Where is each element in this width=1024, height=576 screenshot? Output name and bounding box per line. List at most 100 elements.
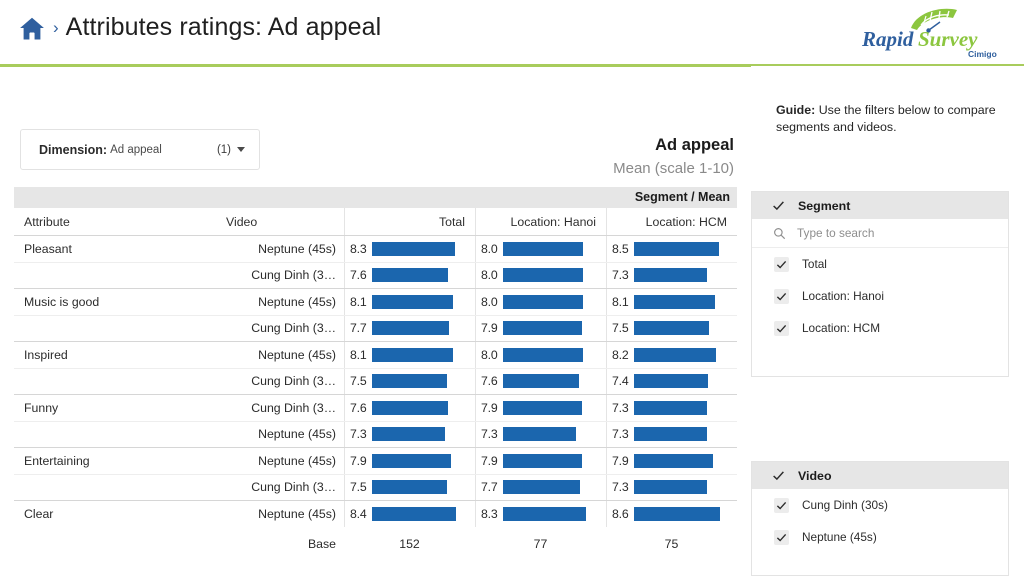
value-bar <box>634 268 707 283</box>
value-bar <box>372 321 449 336</box>
segment-option[interactable]: Total <box>752 248 1008 280</box>
bar-value-label: 8.0 <box>481 347 498 362</box>
cell-total: 7.3 <box>344 422 475 448</box>
cell-attribute <box>14 369 226 395</box>
base-hanoi: 77 <box>533 536 548 551</box>
column-header-attribute: Attribute <box>24 214 70 229</box>
video-filter-panel: Video Cung Dinh (30s) Neptune (45s) <box>751 461 1009 576</box>
base-total: 152 <box>399 536 420 551</box>
cell-attribute <box>14 422 226 448</box>
video-option-label: Neptune (45s) <box>802 530 877 544</box>
value-bar <box>634 321 709 336</box>
value-bar <box>634 294 715 309</box>
dimension-dropdown[interactable]: Dimension: Ad appeal (1) <box>20 129 260 170</box>
home-icon[interactable] <box>18 15 46 43</box>
value-bar <box>503 427 576 442</box>
cell-video: Neptune (45s) <box>226 501 344 527</box>
cell-total: 8.3 <box>344 236 475 262</box>
segment-panel-header[interactable]: Segment <box>752 192 1008 219</box>
svg-text:Rapid: Rapid <box>861 27 914 51</box>
bar-value-label: 7.6 <box>481 374 498 389</box>
segment-filter-panel: Segment Type to search Total Location: Ha… <box>751 191 1009 377</box>
value-bar <box>503 480 580 495</box>
bar-value-label: 7.7 <box>350 321 367 336</box>
table-row: Clear Neptune (45s) 8.4 8.3 8.6 <box>14 500 737 527</box>
segment-search-row[interactable]: Type to search <box>752 219 1008 248</box>
bar-value-label: 8.0 <box>481 294 498 309</box>
dimension-count: (1) <box>216 143 231 156</box>
segment-option[interactable]: Location: Hanoi <box>752 280 1008 312</box>
bar-value-label: 8.1 <box>350 294 367 309</box>
cell-hcm: 7.9 <box>606 448 737 474</box>
segment-option-label: Total <box>802 257 827 271</box>
checkbox-checked-icon[interactable] <box>774 288 789 304</box>
video-label: Neptune (45s) <box>258 241 336 256</box>
segment-option[interactable]: Location: HCM <box>752 312 1008 344</box>
segment-search-input[interactable]: Type to search <box>797 226 874 240</box>
cell-video: Neptune (45s) <box>226 448 344 474</box>
cell-attribute: Music is good <box>14 289 226 315</box>
cell-hcm: 7.3 <box>606 395 737 421</box>
checkbox-checked-icon[interactable] <box>774 497 789 513</box>
bar-value-label: 7.6 <box>350 268 367 283</box>
cell-hcm: 7.3 <box>606 475 737 501</box>
value-bar <box>372 294 453 309</box>
bar-value-label: 7.6 <box>350 400 367 415</box>
search-icon <box>774 227 786 239</box>
cell-total: 8.1 <box>344 289 475 315</box>
base-row: Base 152 77 75 <box>14 527 737 561</box>
report-body: Dimension: Ad appeal (1) Ad appeal Mean … <box>0 66 751 576</box>
cell-attribute: Entertaining <box>14 448 226 474</box>
table-row: Neptune (45s) 7.3 7.3 7.3 <box>14 420 737 448</box>
cell-total: 7.5 <box>344 369 475 395</box>
cell-total: 7.6 <box>344 263 475 289</box>
cell-attribute: Inspired <box>14 342 226 368</box>
table-row: Cung Dinh (3… 7.6 8.0 7.3 <box>14 261 737 289</box>
checkbox-checked-icon[interactable] <box>774 529 789 545</box>
checkbox-checked-icon[interactable] <box>774 320 789 336</box>
cell-hanoi: 7.7 <box>475 475 606 501</box>
segment-options: Total Location: Hanoi Location: HCM <box>752 248 1008 344</box>
bar-value-label: 7.9 <box>481 321 498 336</box>
value-bar <box>503 453 582 468</box>
table-row: Entertaining Neptune (45s) 7.9 7.9 7.9 <box>14 447 737 474</box>
checkbox-checked-icon[interactable] <box>774 256 789 272</box>
bar-value-label: 7.5 <box>350 374 367 389</box>
check-icon <box>773 201 784 211</box>
attribute-label: Funny <box>24 400 59 415</box>
video-label: Neptune (45s) <box>258 453 336 468</box>
value-bar <box>634 400 707 415</box>
video-label: Cung Dinh (3… <box>251 480 336 495</box>
cell-video: Neptune (45s) <box>226 342 344 368</box>
column-header-hanoi: Location: Hanoi <box>510 214 596 229</box>
page-header: › Attributes ratings: Ad appeal Rapid Su… <box>0 0 1024 67</box>
value-bar <box>503 321 582 336</box>
value-bar <box>634 241 719 256</box>
check-icon <box>773 471 784 481</box>
table-row: Inspired Neptune (45s) 8.1 8.0 8.2 <box>14 341 737 368</box>
bar-value-label: 7.5 <box>350 480 367 495</box>
value-bar <box>372 347 453 362</box>
column-header-hcm: Location: HCM <box>645 214 727 229</box>
svg-text:Cimigo: Cimigo <box>968 49 997 59</box>
chevron-down-icon[interactable] <box>237 147 245 152</box>
bar-value-label: 7.9 <box>481 453 498 468</box>
value-bar <box>372 268 448 283</box>
video-option[interactable]: Neptune (45s) <box>752 521 1008 553</box>
video-option[interactable]: Cung Dinh (30s) <box>752 489 1008 521</box>
cell-video: Neptune (45s) <box>226 236 344 262</box>
cell-total: 7.5 <box>344 475 475 501</box>
bar-value-label: 7.3 <box>350 427 367 442</box>
cell-hcm: 7.5 <box>606 316 737 342</box>
value-bar <box>503 268 583 283</box>
cell-hanoi: 8.0 <box>475 236 606 262</box>
video-panel-header[interactable]: Video <box>752 462 1008 489</box>
base-hcm: 75 <box>664 536 679 551</box>
table-row: Cung Dinh (3… 7.5 7.7 7.3 <box>14 473 737 501</box>
value-bar <box>372 400 448 415</box>
bar-value-label: 7.4 <box>612 374 629 389</box>
value-bar <box>372 506 456 521</box>
rapidsurvey-logo: Rapid Survey Cimigo <box>861 8 997 59</box>
attribute-label: Pleasant <box>24 241 72 256</box>
cell-attribute: Funny <box>14 395 226 421</box>
